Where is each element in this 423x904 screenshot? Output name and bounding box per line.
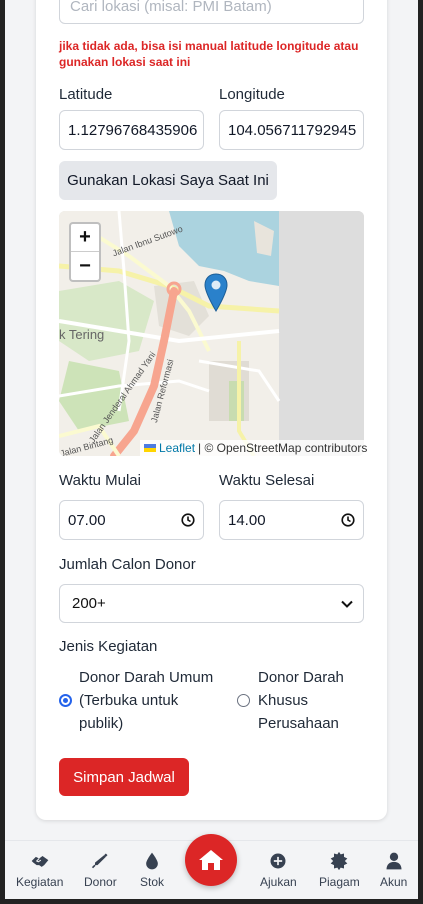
nav-item-stok[interactable]: Stok <box>140 851 164 889</box>
clock-icon[interactable] <box>181 513 195 527</box>
radio-company-line: Donor Darah <box>258 669 344 686</box>
radio-company[interactable] <box>237 694 250 707</box>
map-marker-icon[interactable] <box>204 273 228 313</box>
handshake-icon <box>31 856 49 867</box>
latitude-input[interactable]: 1.12796768435906 <box>59 110 204 150</box>
donor-count-label: Jumlah Calon Donor <box>59 556 196 573</box>
droplet-icon <box>146 852 158 870</box>
radio-public-label[interactable]: Donor Darah Umum (Terbuka untuk publik) <box>79 666 213 735</box>
osm-attribution: | © OpenStreetMap contributors <box>198 441 368 455</box>
zoom-in-button[interactable]: + <box>71 224 99 252</box>
end-time-label: Waktu Selesai <box>219 472 315 489</box>
map-attribution: Leaflet | © OpenStreetMap contributors <box>140 440 372 456</box>
nav-item-piagam[interactable]: Piagam <box>319 851 360 889</box>
radio-public-line: (Terbuka untuk <box>79 692 179 709</box>
longitude-label: Longitude <box>219 86 285 103</box>
map-zoom-control: + − <box>69 222 101 282</box>
nav-label: Piagam <box>319 875 360 889</box>
nav-label: Kegiatan <box>16 875 64 889</box>
clock-icon[interactable] <box>341 513 355 527</box>
map-view[interactable]: Jalan Ibnu Sutowo k Tering Jalan Jendera… <box>59 211 364 456</box>
use-current-location-button[interactable]: Gunakan Lokasi Saya Saat Ini <box>59 161 277 200</box>
ukraine-flag-icon <box>144 444 156 452</box>
longitude-input[interactable]: 104.056711792945 <box>219 110 364 150</box>
donor-count-select[interactable]: 200+ <box>59 584 364 623</box>
location-search-input-wrapper[interactable] <box>59 0 364 24</box>
map-place-label: k Tering <box>59 327 105 342</box>
nav-label: Donor <box>84 875 117 889</box>
nav-item-donor[interactable]: Donor <box>84 851 117 889</box>
chevron-down-icon <box>341 600 353 608</box>
nav-item-ajukan[interactable]: Ajukan <box>260 851 297 889</box>
radio-public-line: publik) <box>79 715 124 732</box>
home-icon <box>199 850 223 870</box>
user-icon <box>386 852 402 870</box>
start-time-label: Waktu Mulai <box>59 472 141 489</box>
bottom-navigation: Kegiatan Donor Stok Ajukan Piagam Akun <box>0 834 423 904</box>
radio-public-line: Donor Darah Umum <box>79 669 214 686</box>
latitude-label: Latitude <box>59 86 113 103</box>
plus-circle-icon <box>270 853 286 869</box>
home-button[interactable] <box>185 834 237 886</box>
radio-company-label[interactable]: Donor Darah Khusus Perusahaan <box>258 666 344 735</box>
leaflet-link[interactable]: Leaflet <box>159 441 195 455</box>
donor-count-value: 200+ <box>72 595 106 612</box>
nav-label: Stok <box>140 875 165 889</box>
start-time-input[interactable]: 07.00 <box>59 500 204 540</box>
nav-label: Ajukan <box>260 875 297 889</box>
activity-type-label: Jenis Kegiatan <box>59 638 158 655</box>
end-time-value: 14.00 <box>228 511 266 529</box>
end-time-input[interactable]: 14.00 <box>219 500 364 540</box>
location-search-input[interactable] <box>60 0 363 23</box>
radio-company-line: Perusahaan <box>258 715 339 732</box>
start-time-value: 07.00 <box>68 511 106 529</box>
nav-item-akun[interactable]: Akun <box>380 851 407 889</box>
radio-public[interactable] <box>59 694 72 707</box>
radio-company-line: Khusus <box>258 692 309 709</box>
nav-label: Akun <box>380 875 408 889</box>
nav-item-kegiatan[interactable]: Kegiatan <box>16 851 63 889</box>
syringe-icon <box>92 853 108 869</box>
certificate-icon <box>331 851 348 871</box>
zoom-out-button[interactable]: − <box>71 252 99 280</box>
location-hint: jika tidak ada, bisa isi manual latitude… <box>59 39 359 69</box>
save-schedule-button[interactable]: Simpan Jadwal <box>59 758 189 796</box>
